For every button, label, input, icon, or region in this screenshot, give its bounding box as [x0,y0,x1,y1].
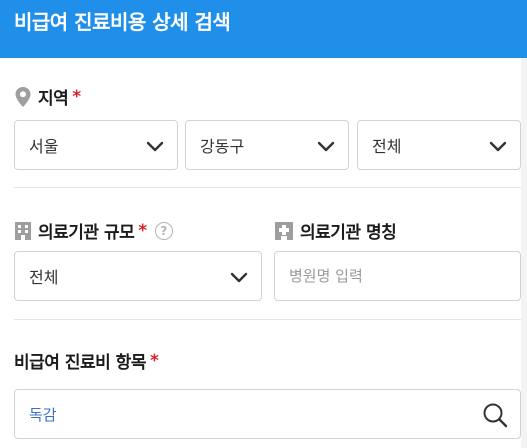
region-label: 지역 * [14,84,81,109]
help-icon[interactable]: ? [154,221,173,240]
noncovered-item-value[interactable]: 독감 [29,404,57,425]
institution-name-field[interactable] [274,251,521,301]
dong-select-value: 전체 [372,137,402,156]
noncovered-item-label-text: 비급여 진료비 항목 [14,353,146,373]
chevron-down-icon [317,141,335,152]
required-mark: * [138,220,147,241]
section-divider [14,319,521,320]
chevron-down-icon [230,272,248,283]
page-title: 비급여 진료비용 상세 검색 [14,9,231,34]
chevron-down-icon [489,141,507,152]
institution-size-label-text: 의료기관 규모 [38,223,135,243]
institution-size-label: 의료기관 규모 * ? [14,218,173,243]
institution-name-label: 의료기관 명칭 [274,218,397,243]
hospital-icon [274,221,294,241]
district-select-value: 강동구 [200,137,245,156]
scroll-track[interactable] [521,58,527,448]
noncovered-item-label: 비급여 진료비 항목 * [14,348,159,374]
institution-size-select[interactable]: 전체 [14,251,262,301]
chevron-down-icon [146,141,164,152]
required-mark: * [72,86,81,107]
dong-select[interactable]: 전체 [357,120,521,170]
institution-name-label-text: 의료기관 명칭 [300,223,397,243]
noncovered-item-search-field[interactable]: 독감 [14,389,521,439]
required-mark: * [149,350,159,371]
page-header: 비급여 진료비용 상세 검색 [0,0,527,58]
institution-name-input[interactable] [289,267,520,285]
district-select[interactable]: 강동구 [185,120,349,170]
region-label-text: 지역 [38,89,69,109]
search-icon[interactable] [482,402,508,428]
building-icon [14,221,32,241]
city-select[interactable]: 서울 [14,120,178,170]
section-divider [14,187,521,188]
institution-size-select-value: 전체 [29,268,59,287]
map-pin-icon [14,86,32,108]
city-select-value: 서울 [29,137,59,156]
